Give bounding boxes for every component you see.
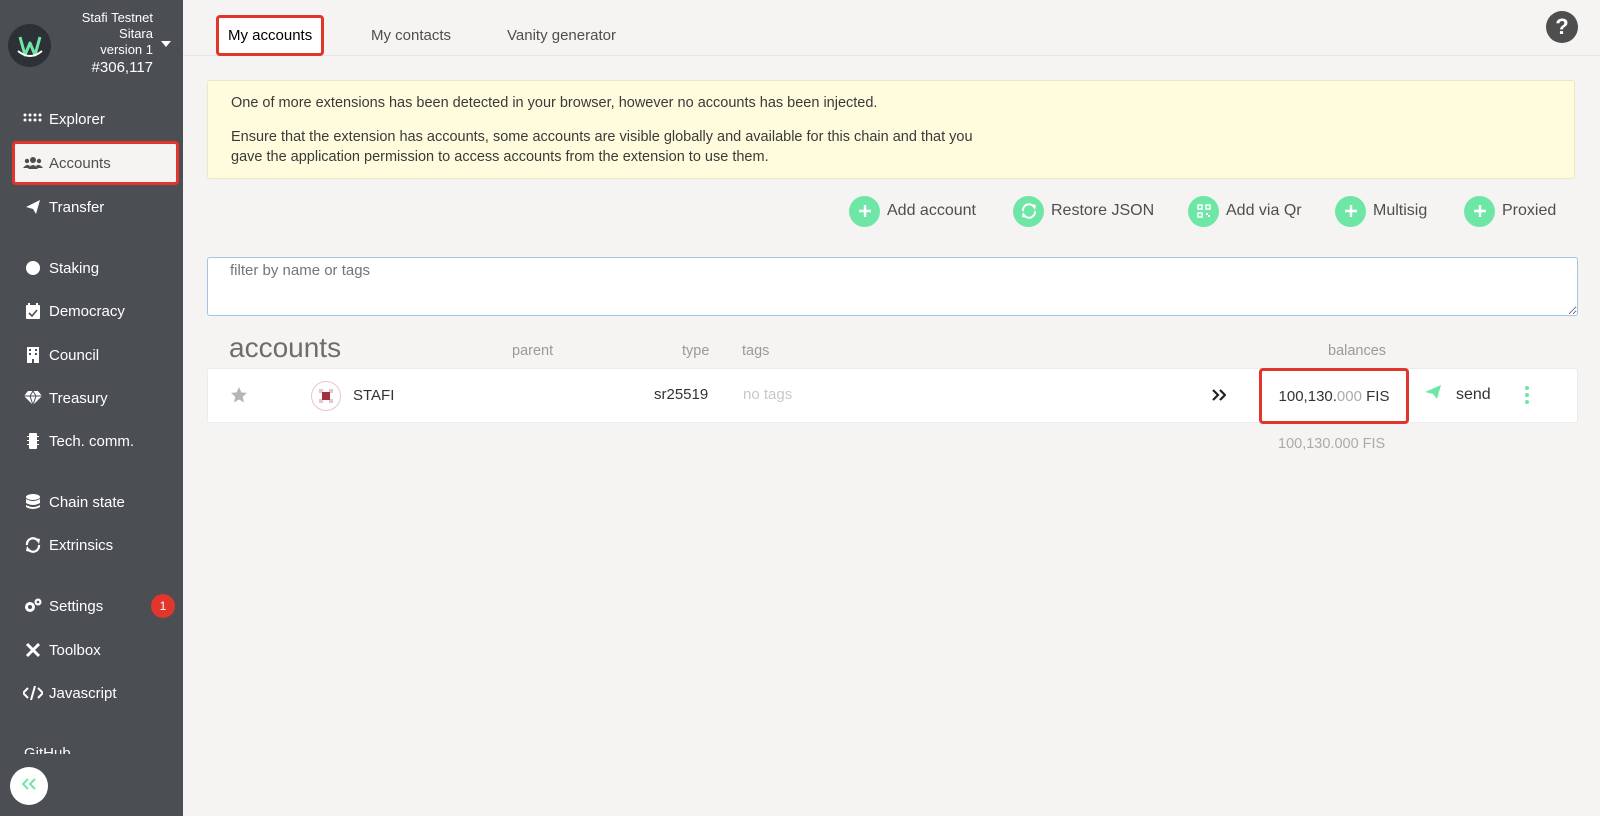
double-chevron-left-icon <box>21 777 36 795</box>
sidebar-item-explorer[interactable]: Explorer <box>12 97 179 141</box>
double-chevron-right-icon[interactable] <box>1212 388 1227 406</box>
chevron-down-icon[interactable] <box>161 41 171 47</box>
column-header-parent: parent <box>512 343 554 359</box>
sidebar-item-label: Accounts <box>49 154 111 172</box>
banner-detail: Ensure that the extension has accounts, … <box>231 129 973 165</box>
paper-plane-icon <box>23 198 43 216</box>
action-label: Add account <box>887 202 976 219</box>
sidebar-item-label: Settings <box>49 597 104 615</box>
proxied-button[interactable]: Proxied <box>1464 195 1556 227</box>
microchip-icon <box>23 432 43 450</box>
sidebar-item-staking[interactable]: Staking <box>12 246 179 290</box>
restore-json-button[interactable]: Restore JSON <box>1013 195 1154 227</box>
gem-icon <box>23 389 43 407</box>
help-icon[interactable]: ? <box>1546 11 1578 43</box>
sidebar-item-treasury[interactable]: Treasury <box>12 376 179 420</box>
sidebar-item-label: Toolbox <box>49 641 101 659</box>
balance-unit: FIS <box>1366 387 1390 405</box>
chain-block-number: #306,117 <box>91 59 153 76</box>
send-button[interactable]: send <box>1424 384 1491 405</box>
chain-name: Stafi Testnet <box>81 10 153 25</box>
sidebar-item-label: Transfer <box>49 198 105 216</box>
action-label: Multisig <box>1373 202 1428 219</box>
database-icon <box>23 493 43 511</box>
send-label: send <box>1456 385 1491 403</box>
balance-decimals: 000 <box>1336 387 1362 405</box>
sidebar-item-label: Explorer <box>49 110 105 128</box>
multisig-button[interactable]: Multisig <box>1335 195 1427 227</box>
add-account-button[interactable]: Add account <box>849 195 976 227</box>
chain-info[interactable]: Stafi Testnet Sitara version 1 #306,117 <box>82 10 153 76</box>
star-icon[interactable] <box>230 386 248 409</box>
extension-warning-banner: One of more extensions has been detected… <box>207 80 1575 179</box>
calendar-check-icon <box>23 302 43 320</box>
chain-name-sub: Sitara <box>119 26 153 41</box>
building-icon <box>23 346 43 364</box>
sidebar-item-label: Chain state <box>49 493 125 511</box>
sidebar-item-democracy[interactable]: Democracy <box>12 289 179 333</box>
account-identicon-icon[interactable] <box>311 381 341 411</box>
users-icon <box>23 154 43 172</box>
sidebar-item-label: Council <box>49 346 100 364</box>
account-name[interactable]: STAFI <box>353 387 394 404</box>
add-via-qr-button[interactable]: Add via Qr <box>1188 195 1302 227</box>
action-label: Restore JSON <box>1051 202 1155 219</box>
sidebar-item-transfer[interactable]: Transfer <box>12 185 179 229</box>
sidebar: Stafi Testnet Sitara version 1 #306,117 … <box>0 0 183 816</box>
tab-vanity-generator[interactable]: Vanity generator <box>507 15 616 56</box>
sidebar-item-extrinsics[interactable]: Extrinsics <box>12 523 179 567</box>
sidebar-item-toolbox[interactable]: Toolbox <box>12 628 179 672</box>
certificate-icon <box>23 259 43 277</box>
explorer-icon <box>23 110 43 128</box>
chain-version: version 1 <box>100 42 153 57</box>
sidebar-item-label: Treasury <box>49 389 108 407</box>
sidebar-item-label: Extrinsics <box>49 536 114 554</box>
code-icon <box>23 684 43 702</box>
tab-my-accounts[interactable]: My accounts <box>216 15 325 56</box>
sidebar-item-label: Javascript <box>49 684 117 702</box>
column-header-balances: balances <box>1328 343 1387 359</box>
chain-logo-icon[interactable] <box>8 24 51 67</box>
sync-icon <box>1013 195 1044 227</box>
sidebar-item-label: GitHub <box>24 745 71 754</box>
sidebar-item-javascript[interactable]: Javascript <box>12 671 179 715</box>
filter-input[interactable] <box>207 257 1578 316</box>
total-balance: 100,130.000 FIS <box>1278 436 1385 452</box>
plus-icon <box>849 195 880 227</box>
action-label: Add via Qr <box>1226 202 1302 219</box>
banner-message: One of more extensions has been detected… <box>231 95 878 111</box>
cogs-icon <box>23 597 43 615</box>
action-label: Proxied <box>1502 202 1557 219</box>
sidebar-item-github[interactable]: GitHub <box>24 744 71 754</box>
sidebar-item-label: Staking <box>49 259 100 277</box>
column-header-type: type <box>682 343 710 359</box>
tab-my-contacts[interactable]: My contacts <box>371 15 451 56</box>
plus-icon <box>1464 195 1495 227</box>
qrcode-icon <box>1188 195 1219 227</box>
sidebar-item-chain-state[interactable]: Chain state <box>12 480 179 524</box>
plus-icon <box>1335 195 1366 227</box>
more-options-icon[interactable] <box>1524 386 1530 404</box>
settings-notification-badge: 1 <box>151 594 175 618</box>
sidebar-item-tech-comm[interactable]: Tech. comm. <box>12 419 179 463</box>
sync-icon <box>23 536 43 554</box>
account-tags[interactable]: no tags <box>743 386 792 403</box>
sidebar-item-label: Tech. comm. <box>49 432 135 450</box>
account-balance[interactable]: 100,130. 000 FIS <box>1259 368 1409 424</box>
sidebar-item-accounts[interactable]: Accounts <box>12 141 179 185</box>
total-balance-value: 100,130.000 <box>1278 436 1359 452</box>
sidebar-item-council[interactable]: Council <box>12 333 179 377</box>
tools-icon <box>23 641 43 659</box>
account-type: sr25519 <box>654 386 709 403</box>
total-balance-unit: FIS <box>1362 436 1386 452</box>
sidebar-item-label: Democracy <box>49 302 125 320</box>
collapse-sidebar-button[interactable] <box>10 767 48 805</box>
accounts-table-title: accounts <box>229 332 342 363</box>
column-header-tags: tags <box>742 343 770 359</box>
paper-plane-icon <box>1424 384 1442 405</box>
balance-integer: 100,130. <box>1278 387 1337 405</box>
